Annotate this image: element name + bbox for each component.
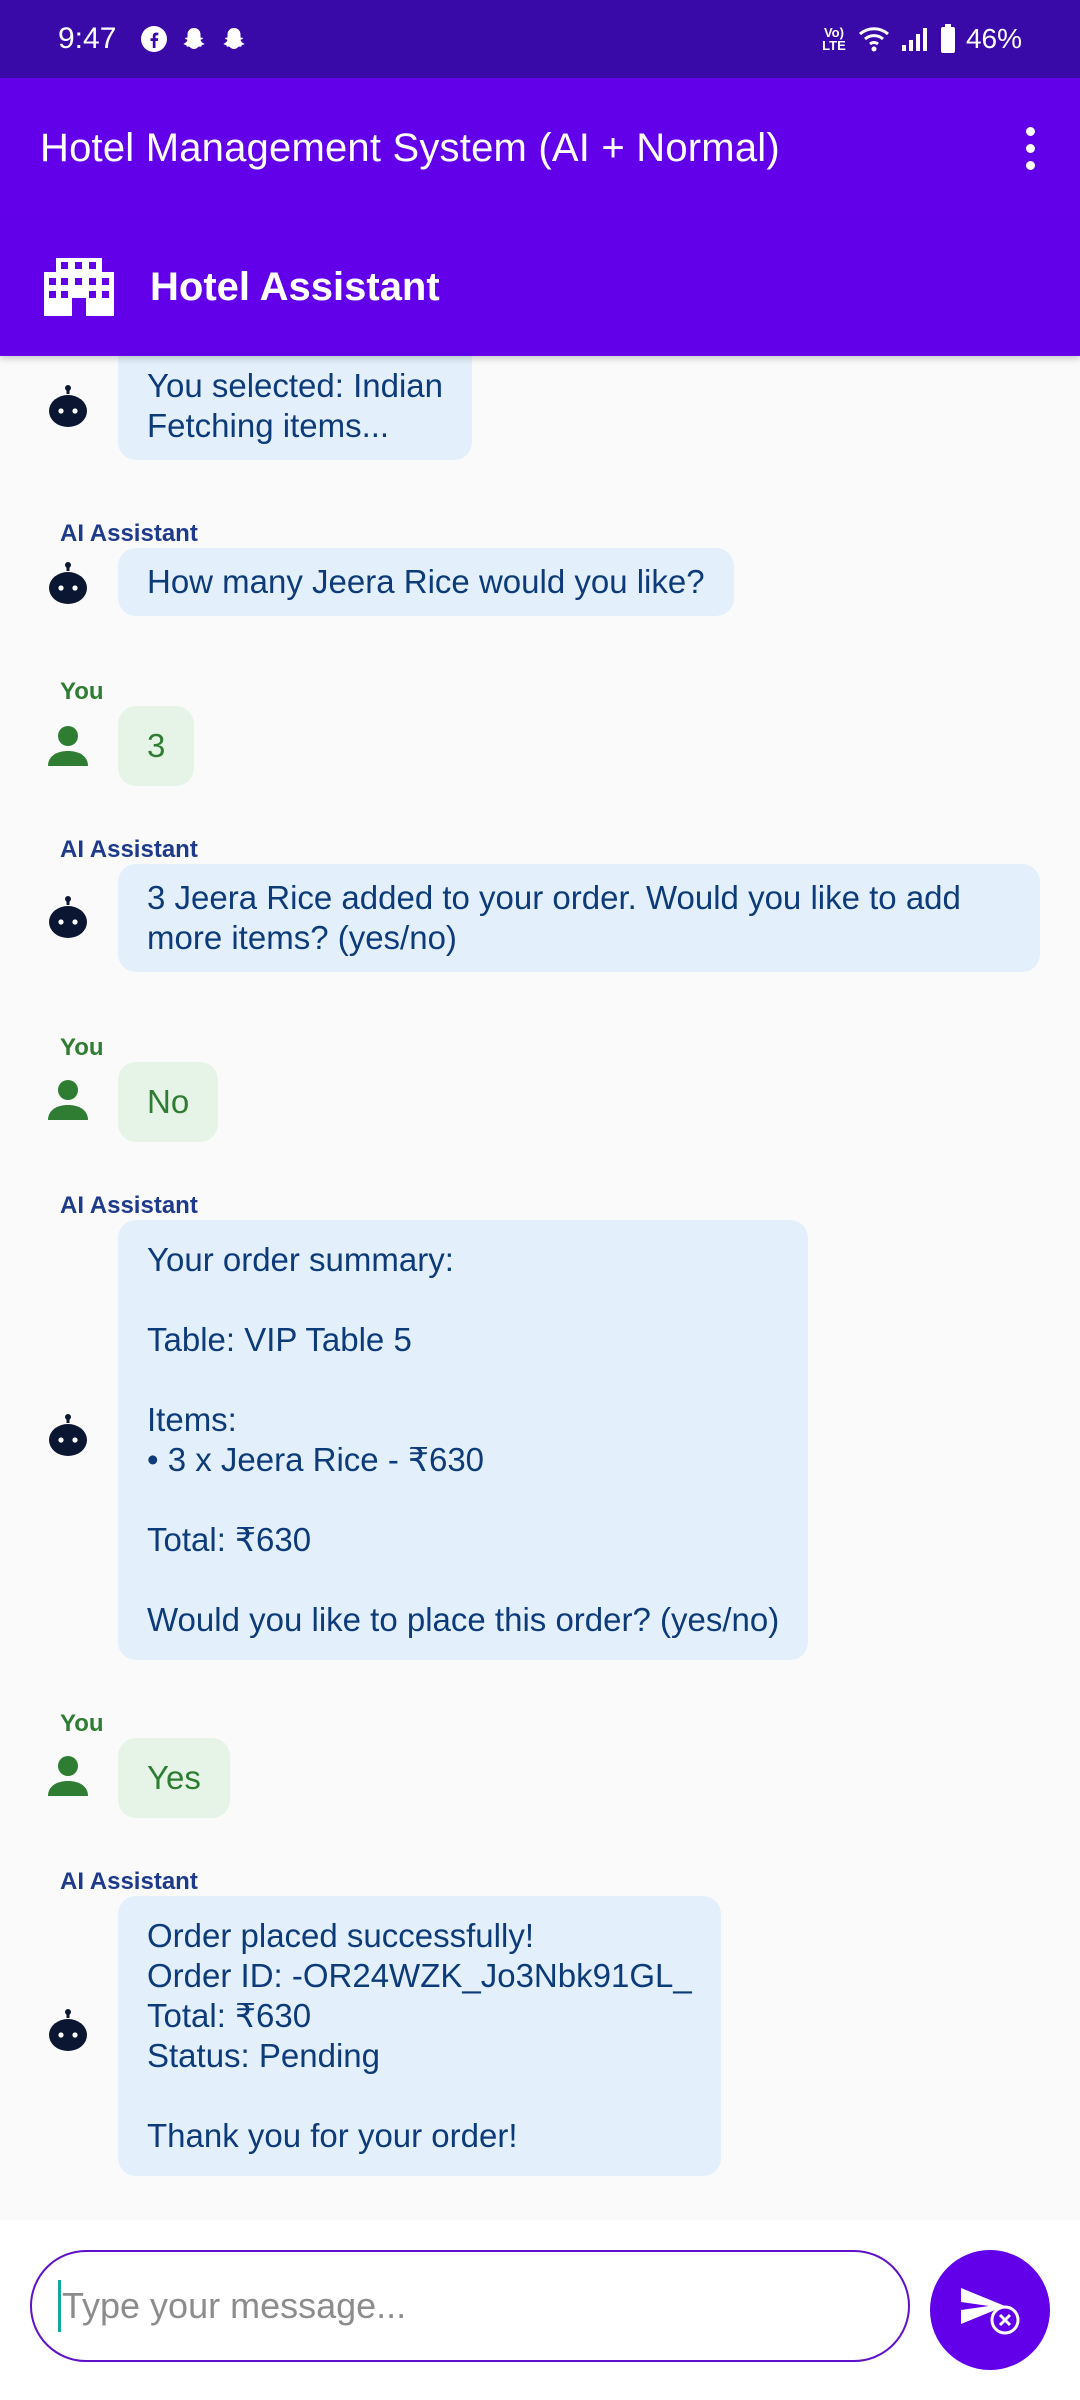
user-message-bubble: 3 (118, 706, 195, 786)
send-icon (961, 2288, 1020, 2335)
sender-label-ai: AI Assistant (60, 836, 198, 863)
snapchat-icon (223, 28, 245, 49)
ai-message-bubble: Your order summary: Table: VIP Table 5 I… (118, 1220, 809, 1660)
ai-message-bubble: 3 Jeera Rice added to your order. Would … (118, 864, 1040, 972)
person-icon (48, 1756, 88, 1796)
text-cursor (58, 2280, 61, 2332)
ai-message-bubble: You selected: Indian Fetching items... (118, 356, 473, 460)
message-input[interactable] (30, 2250, 910, 2362)
app-title: Hotel Management System (AI + Normal) (40, 125, 780, 170)
user-message-bubble: No (118, 1062, 219, 1142)
sender-label-you: You (60, 1710, 104, 1737)
sender-label-ai: AI Assistant (60, 1868, 198, 1895)
overflow-menu-button[interactable] (1000, 118, 1060, 178)
volte-icon: Vo) LTE (822, 25, 846, 53)
snapchat-icon (183, 28, 205, 49)
robot-icon (49, 385, 87, 427)
wifi-icon (858, 27, 889, 52)
ai-message-bubble: How many Jeera Rice would you like? (118, 548, 734, 616)
person-icon (48, 1080, 88, 1120)
sender-label-ai: AI Assistant (60, 520, 198, 547)
robot-icon (49, 1414, 87, 1456)
assistant-title: Hotel Assistant (150, 264, 440, 309)
ai-message-bubble: Order placed successfully! Order ID: -OR… (118, 1896, 721, 2176)
status-right: Vo) LTE 46% (820, 0, 1022, 78)
hotel-building-icon (44, 258, 114, 316)
signal-icon (901, 28, 927, 51)
person-icon (48, 726, 88, 766)
robot-icon (49, 562, 87, 604)
sender-label-you: You (60, 678, 104, 705)
battery-percent: 46% (965, 23, 1022, 54)
message-input-bar (0, 2220, 1080, 2400)
notification-icons (140, 0, 248, 78)
more-vert-icon (1025, 126, 1035, 136)
app-bar: Hotel Management System (AI + Normal) (0, 78, 1080, 218)
send-button[interactable] (930, 2250, 1050, 2370)
user-message-bubble: Yes (118, 1738, 230, 1818)
status-bar: 9:47 Vo) LTE 46% (0, 0, 1080, 78)
facebook-icon (141, 26, 167, 52)
chat-message-list[interactable]: You selected: Indian Fetching items... A… (0, 356, 1080, 2220)
robot-icon (49, 2009, 87, 2051)
sender-label-ai: AI Assistant (60, 1192, 198, 1219)
status-time: 9:47 (58, 22, 117, 55)
robot-icon (49, 896, 87, 938)
battery-icon (940, 24, 955, 53)
assistant-header: Hotel Assistant (0, 218, 1080, 356)
sender-label-you: You (60, 1034, 104, 1061)
